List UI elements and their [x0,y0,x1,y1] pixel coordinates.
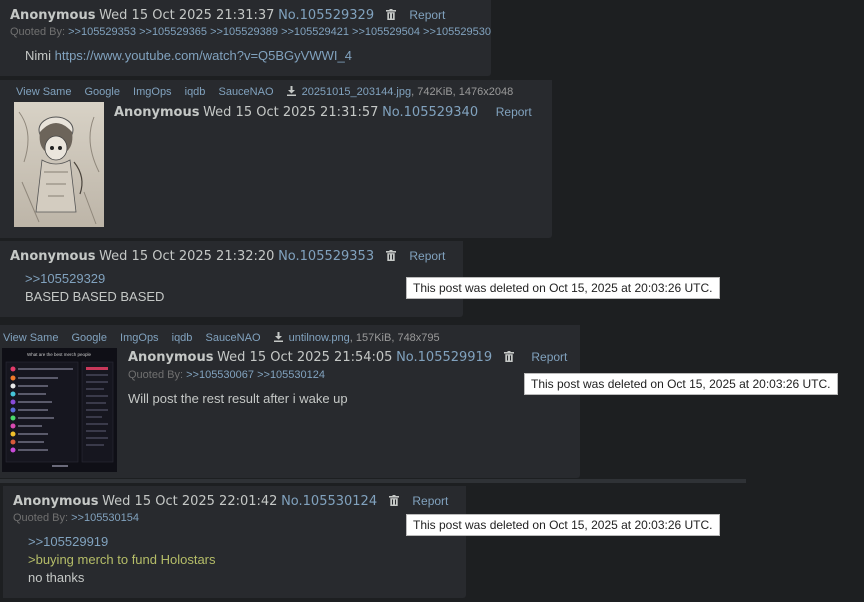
quote-link[interactable]: >>105530067 [186,369,254,381]
post-header: Anonymous Wed 15 Oct 2025 21:31:37 No.10… [10,7,445,23]
post-text: Will post the rest result after i wake u… [128,391,348,406]
trash-icon[interactable] [503,351,514,362]
quoted-by-label: Quoted By: [128,369,184,381]
post-body: Will post the rest result after i wake u… [128,390,348,408]
quote-link[interactable]: >>105529353 [68,26,136,38]
file-bar: View Same Google ImgOps iqdb SauceNAO un… [3,332,440,344]
post-date: Wed 15 Oct 2025 21:32:20 [99,249,275,264]
post-text: BASED BASED BASED [25,289,165,304]
google-link[interactable]: Google [85,86,120,98]
post-number[interactable]: No.105529340 [382,105,478,120]
quote-link[interactable]: >>105529389 [210,26,278,38]
poster-name: Anonymous [10,8,96,23]
poster-name: Anonymous [10,249,96,264]
quoted-by: Quoted By: >>105530154 [13,512,139,524]
view-same-link[interactable]: View Same [16,86,71,98]
file-name-link[interactable]: 20251015_203144.jpg [302,86,412,98]
imgops-link[interactable]: ImgOps [120,332,159,344]
post-header: Anonymous Wed 15 Oct 2025 21:32:20 No.10… [10,248,445,264]
separator [0,479,746,483]
report-link[interactable]: Report [531,350,567,364]
trash-icon[interactable] [385,9,396,20]
post-date: Wed 15 Oct 2025 22:01:42 [102,494,278,509]
iqdb-link[interactable]: iqdb [185,86,206,98]
post-body: >>105529329 BASED BASED BASED [25,270,164,306]
post-date: Wed 15 Oct 2025 21:31:57 [203,105,379,120]
quoted-by: Quoted By: >>105530067 >>105530124 [128,369,325,381]
post-image-thumbnail[interactable]: What are the best merch people [2,348,117,472]
post-date: Wed 15 Oct 2025 21:31:37 [99,8,275,23]
poster-name: Anonymous [114,105,200,120]
post-105529919: View Same Google ImgOps iqdb SauceNAO un… [0,325,580,478]
download-icon[interactable] [286,86,296,96]
post-header: Anonymous Wed 15 Oct 2025 22:01:42 No.10… [13,493,448,509]
deleted-notice: This post was deleted on Oct 15, 2025 at… [406,277,720,299]
quote-link[interactable]: >>105530124 [257,369,325,381]
deleted-notice: This post was deleted on Oct 15, 2025 at… [406,514,720,536]
quoted-by-label: Quoted By: [10,26,66,38]
post-105530124: Anonymous Wed 15 Oct 2025 22:01:42 No.10… [3,486,466,598]
deleted-notice: This post was deleted on Oct 15, 2025 at… [524,373,838,395]
file-bar: View Same Google ImgOps iqdb SauceNAO 20… [16,86,513,98]
post-text: no thanks [28,570,85,585]
google-link[interactable]: Google [72,332,107,344]
saucenao-link[interactable]: SauceNAO [218,86,273,98]
quote-link[interactable]: >>105529530 [423,26,491,38]
youtube-link[interactable]: https://www.youtube.com/watch?v=Q5BGyVWW… [55,48,352,63]
quote-link[interactable]: >>105529421 [281,26,349,38]
imgops-link[interactable]: ImgOps [133,86,172,98]
post-number[interactable]: No.105529329 [278,8,374,23]
post-image-thumbnail[interactable] [14,102,104,227]
file-info: , 157KiB, 748x795 [349,332,440,344]
report-link[interactable]: Report [409,8,445,22]
report-link[interactable]: Report [412,494,448,508]
report-link[interactable]: Report [409,249,445,263]
trash-icon[interactable] [385,250,396,261]
file-name-link[interactable]: untilnow.png [289,332,350,344]
report-link[interactable]: Report [496,105,532,119]
reply-link[interactable]: >>105529919 [28,533,216,551]
poster-name: Anonymous [13,494,99,509]
trash-icon[interactable] [388,495,399,506]
post-number[interactable]: No.105529919 [396,350,492,365]
post-body: Nimi https://www.youtube.com/watch?v=Q5B… [25,47,352,65]
post-105529329: Anonymous Wed 15 Oct 2025 21:31:37 No.10… [0,0,491,76]
post-105529353: Anonymous Wed 15 Oct 2025 21:32:20 No.10… [0,241,463,317]
quoted-by: Quoted By: >>105529353 >>105529365 >>105… [10,26,491,38]
post-header: Anonymous Wed 15 Oct 2025 21:54:05 No.10… [128,349,567,365]
greentext-line: >buying merch to fund Holostars [28,552,216,567]
quoted-by-label: Quoted By: [13,512,69,524]
post-body: >>105529919 >buying merch to fund Holost… [28,533,216,587]
post-number[interactable]: No.105529353 [278,249,374,264]
iqdb-link[interactable]: iqdb [172,332,193,344]
view-same-link[interactable]: View Same [3,332,58,344]
reply-link[interactable]: >>105529329 [25,270,164,288]
quote-link[interactable]: >>105530154 [71,512,139,524]
download-icon[interactable] [273,332,283,342]
post-header: Anonymous Wed 15 Oct 2025 21:31:57 No.10… [114,104,532,120]
post-date: Wed 15 Oct 2025 21:54:05 [217,350,393,365]
post-105529340: View Same Google ImgOps iqdb SauceNAO 20… [0,80,552,238]
file-info: , 742KiB, 1476x2048 [411,86,514,98]
post-text: Nimi [25,48,51,63]
saucenao-link[interactable]: SauceNAO [205,332,260,344]
thumbnail-title: What are the best merch people [27,352,92,357]
poster-name: Anonymous [128,350,214,365]
post-number[interactable]: No.105530124 [281,494,377,509]
quote-link[interactable]: >>105529504 [352,26,420,38]
quote-link[interactable]: >>105529365 [139,26,207,38]
